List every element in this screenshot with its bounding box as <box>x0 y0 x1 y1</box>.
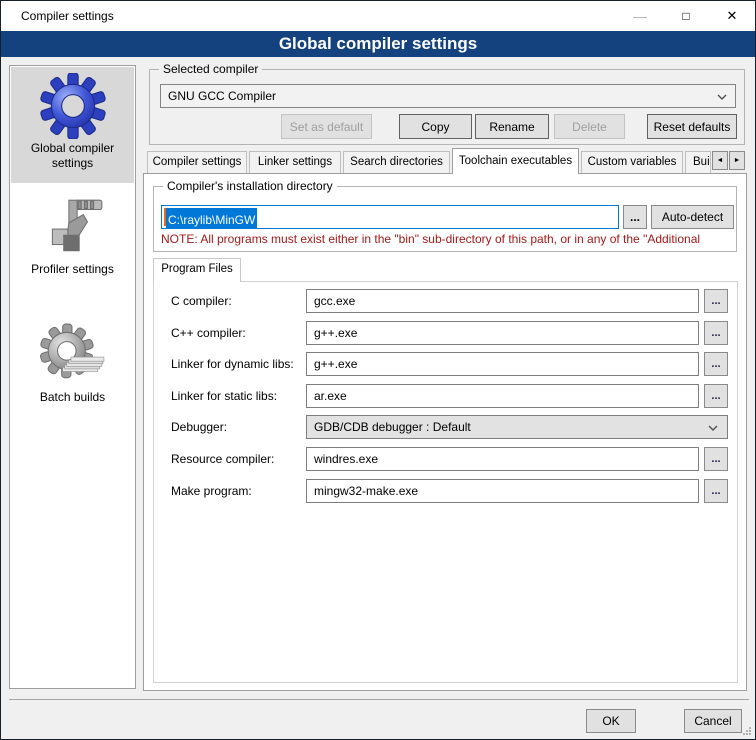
note-text: NOTE: All programs must exist either in … <box>161 232 735 246</box>
resource-compiler-input[interactable]: windres.exe <box>306 447 699 471</box>
dynamic-linker-input[interactable]: g++.exe <box>306 352 699 376</box>
tab-toolchain-executables[interactable]: Toolchain executables <box>452 148 579 174</box>
field-label: C compiler: <box>171 294 232 308</box>
delete-button[interactable]: Delete <box>554 114 625 139</box>
compiler-select-value: GNU GCC Compiler <box>168 89 276 103</box>
window-controls: — □ ✕ <box>617 1 755 31</box>
chevron-down-icon <box>717 94 727 100</box>
field-label: Debugger: <box>171 420 227 434</box>
rename-button[interactable]: Rename <box>475 114 549 139</box>
batch-builds-icon <box>40 322 106 388</box>
tab-scroll-left-icon[interactable]: ◄ <box>712 151 728 170</box>
selected-compiler-group: Selected compiler GNU GCC Compiler Set a… <box>149 69 745 145</box>
cpp-compiler-input[interactable]: g++.exe <box>306 321 699 345</box>
close-icon[interactable]: ✕ <box>709 1 755 31</box>
compiler-select[interactable]: GNU GCC Compiler <box>160 84 736 108</box>
field-label: Resource compiler: <box>171 452 274 466</box>
debugger-select[interactable]: GDB/CDB debugger : Default <box>306 415 728 439</box>
reset-defaults-button[interactable]: Reset defaults <box>647 114 737 139</box>
ok-button[interactable]: OK <box>586 709 636 733</box>
chevron-down-icon <box>708 425 718 431</box>
cpp-compiler-browse-button[interactable]: ... <box>704 321 728 345</box>
resize-grip[interactable] <box>743 727 752 736</box>
tab-build-options[interactable]: Build options <box>685 151 711 174</box>
tab-custom-variables[interactable]: Custom variables <box>581 151 683 174</box>
title-bar: Compiler settings — □ ✕ <box>1 1 755 31</box>
maximize-icon[interactable]: □ <box>663 1 709 31</box>
c-compiler-browse-button[interactable]: ... <box>704 289 728 313</box>
tab-search-directories[interactable]: Search directories <box>343 151 450 174</box>
selected-text: C:\raylib\MinGW <box>166 208 257 229</box>
field-label: Linker for dynamic libs: <box>171 357 294 371</box>
static-linker-browse-button[interactable]: ... <box>704 384 728 408</box>
field-label: C++ compiler: <box>171 326 246 340</box>
make-program-browse-button[interactable]: ... <box>704 479 728 503</box>
tab-compiler-settings[interactable]: Compiler settings <box>147 151 247 174</box>
set-as-default-button[interactable]: Set as default <box>281 114 372 139</box>
cancel-button[interactable]: Cancel <box>684 709 742 733</box>
compiler-settings-dialog: Compiler settings — □ ✕ Global compiler … <box>0 0 756 740</box>
caliper-icon <box>40 194 106 260</box>
tab-linker-settings[interactable]: Linker settings <box>249 151 341 174</box>
field-label: Make program: <box>171 484 252 498</box>
blue-gear-icon <box>40 73 106 139</box>
sidebar-item-global-compiler-settings[interactable]: Global compiler settings <box>11 67 134 183</box>
auto-detect-button[interactable]: Auto-detect <box>651 205 734 229</box>
sidebar-item-label: Batch builds <box>11 390 134 411</box>
sidebar-item-profiler-settings[interactable]: Profiler settings <box>11 188 134 294</box>
make-program-input[interactable]: mingw32-make.exe <box>306 479 699 503</box>
footer-divider <box>9 699 749 700</box>
sidebar-item-label: Profiler settings <box>11 262 134 283</box>
sidebar-item-batch-builds[interactable]: Batch builds <box>11 316 134 422</box>
static-linker-input[interactable]: ar.exe <box>306 384 699 408</box>
c-compiler-input[interactable]: gcc.exe <box>306 289 699 313</box>
directory-browse-button[interactable]: ... <box>623 205 647 229</box>
dynamic-linker-browse-button[interactable]: ... <box>704 352 728 376</box>
installation-directory-input[interactable]: C:\raylib\MinGW <box>161 205 619 229</box>
page-title: Global compiler settings <box>1 31 755 57</box>
subtab-program-files[interactable]: Program Files <box>153 258 241 282</box>
tab-scroll-right-icon[interactable]: ► <box>729 151 745 170</box>
group-legend: Selected compiler <box>159 62 262 76</box>
group-legend: Compiler's installation directory <box>163 179 337 193</box>
settings-sidebar: Global compiler settings Profiler settin… <box>9 65 136 689</box>
sidebar-item-label: Global compiler settings <box>11 141 134 177</box>
window-title: Compiler settings <box>21 9 114 23</box>
copy-button[interactable]: Copy <box>399 114 472 139</box>
minimize-icon[interactable]: — <box>617 1 663 31</box>
field-label: Linker for static libs: <box>171 389 277 403</box>
resource-compiler-browse-button[interactable]: ... <box>704 447 728 471</box>
